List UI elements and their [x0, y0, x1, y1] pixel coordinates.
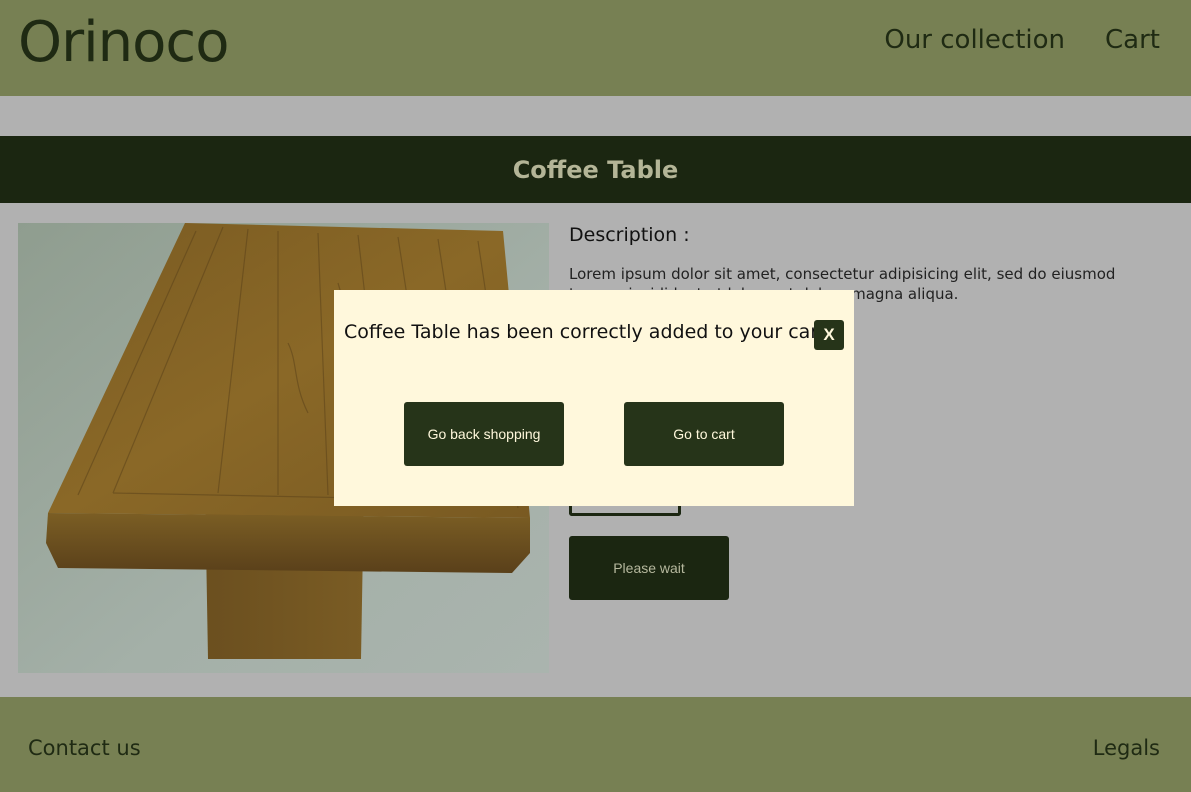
product-title-bar: Coffee Table: [0, 136, 1191, 203]
dialog-message: Coffee Table has been correctly added to…: [344, 321, 826, 343]
description-title: Description :: [569, 224, 690, 246]
footer-legals-link[interactable]: Legals: [1093, 735, 1160, 761]
footer-contact-link[interactable]: Contact us: [28, 735, 141, 761]
added-to-cart-dialog: Coffee Table has been correctly added to…: [334, 290, 854, 506]
add-to-cart-button[interactable]: Please wait: [569, 536, 729, 600]
site-footer: Contact us Legals: [0, 697, 1191, 792]
close-button[interactable]: X: [814, 320, 844, 350]
site-logo[interactable]: Orinoco: [18, 8, 229, 78]
nav-cart[interactable]: Cart: [1105, 22, 1160, 58]
go-back-shopping-button[interactable]: Go back shopping: [404, 402, 564, 466]
site-header: Orinoco Our collection Cart: [0, 0, 1191, 96]
go-to-cart-button[interactable]: Go to cart: [624, 402, 784, 466]
nav-our-collection[interactable]: Our collection: [884, 22, 1065, 58]
product-title: Coffee Table: [512, 155, 679, 184]
main-nav: Our collection Cart: [884, 22, 1160, 58]
